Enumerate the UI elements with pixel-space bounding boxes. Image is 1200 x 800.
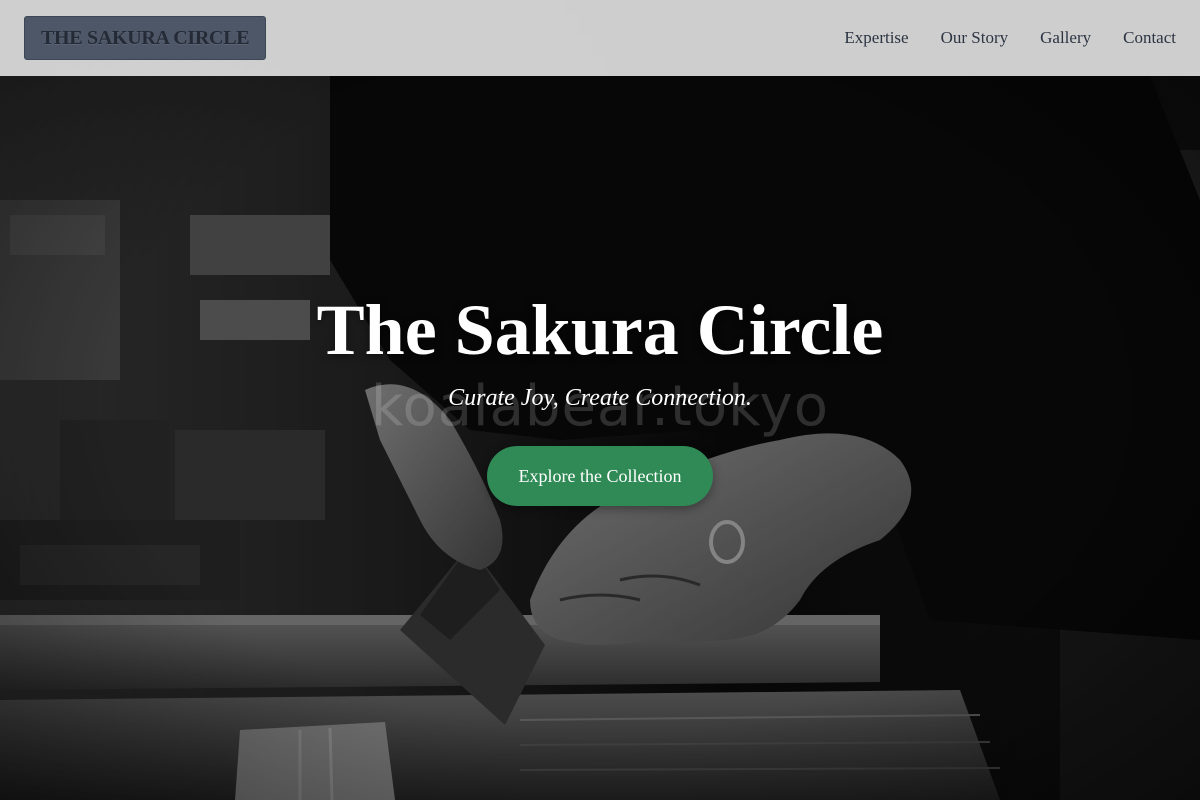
hero-content: The Sakura Circle koalabear.tokyo Curate… bbox=[0, 0, 1200, 800]
hero-title: The Sakura Circle bbox=[316, 290, 884, 370]
site-logo[interactable]: THE SAKURA CIRCLE bbox=[24, 16, 267, 60]
site-header: THE SAKURA CIRCLE Expertise Our Story Ga… bbox=[0, 0, 1200, 76]
nav-link-gallery[interactable]: Gallery bbox=[1040, 28, 1091, 48]
nav-link-contact[interactable]: Contact bbox=[1123, 28, 1176, 48]
nav-link-expertise[interactable]: Expertise bbox=[844, 28, 908, 48]
nav-link-our-story[interactable]: Our Story bbox=[941, 28, 1009, 48]
hero-section: THE SAKURA CIRCLE Expertise Our Story Ga… bbox=[0, 0, 1200, 800]
main-nav: Expertise Our Story Gallery Contact bbox=[844, 28, 1176, 48]
explore-collection-button[interactable]: Explore the Collection bbox=[487, 446, 713, 506]
hero-tagline: Curate Joy, Create Connection. bbox=[448, 385, 752, 411]
